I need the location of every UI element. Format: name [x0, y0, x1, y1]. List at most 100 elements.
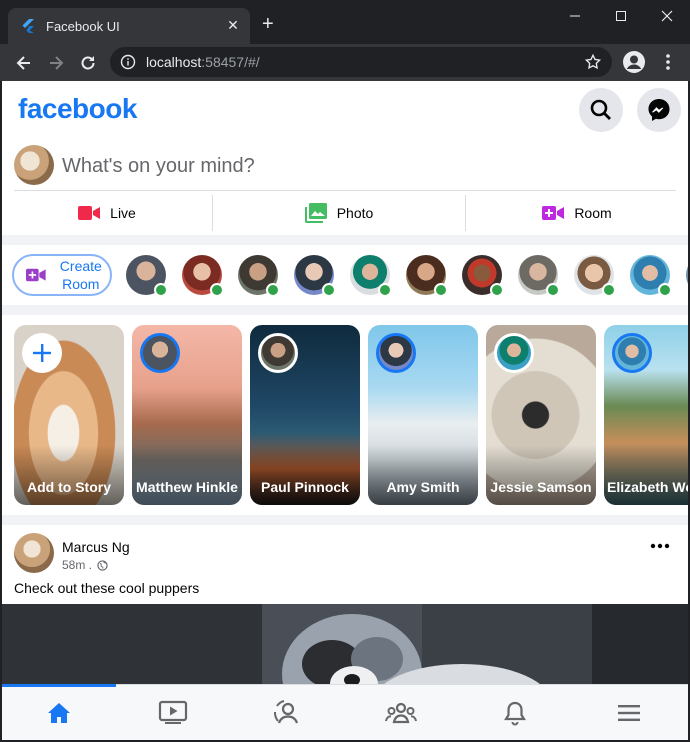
more-options-icon[interactable] [650, 543, 670, 549]
room-avatar[interactable] [630, 255, 672, 297]
post-author[interactable]: Marcus Ng [62, 539, 130, 555]
photo-label: Photo [336, 205, 374, 221]
online-indicator [546, 283, 560, 297]
search-button[interactable] [579, 88, 623, 132]
messenger-button[interactable] [637, 88, 681, 132]
room-avatar[interactable] [462, 255, 504, 297]
room-button[interactable]: Room [466, 195, 688, 231]
browser-menu-icon[interactable] [658, 52, 678, 72]
create-room-button[interactable]: Create Room [12, 254, 112, 296]
bookmark-star-icon[interactable] [584, 53, 602, 71]
plus-icon [33, 344, 51, 362]
close-window-icon[interactable] [644, 0, 690, 32]
story-card[interactable]: Elizabeth Wong [604, 325, 688, 505]
maximize-icon[interactable] [598, 0, 644, 32]
post-caption: Check out these cool puppers [14, 580, 200, 596]
online-indicator [154, 283, 168, 297]
fb-header: facebook [2, 81, 688, 139]
tab-title: Facebook UI [46, 18, 120, 34]
nav-menu[interactable] [572, 695, 686, 731]
url-path: :58457/#/ [201, 54, 260, 70]
search-icon [590, 99, 611, 120]
room-avatar[interactable] [182, 255, 224, 297]
online-indicator [434, 283, 448, 297]
story-avatar [258, 333, 298, 373]
room-avatar[interactable] [574, 255, 616, 297]
story-card[interactable]: Jessie Samson [486, 325, 596, 505]
room-avatar[interactable] [126, 255, 168, 297]
forward-arrow-icon[interactable] [45, 52, 67, 74]
post-author-avatar[interactable] [14, 533, 54, 573]
nav-watch[interactable] [116, 695, 230, 731]
flutter-icon [22, 19, 34, 33]
stories-row: Add to Story Matthew Hinkle Paul Pinnock… [2, 315, 688, 515]
online-indicator [658, 283, 672, 297]
nav-profile[interactable] [230, 695, 344, 731]
story-card[interactable]: Matthew Hinkle [132, 325, 242, 505]
minimize-icon[interactable] [552, 0, 598, 32]
reload-icon[interactable] [77, 52, 99, 74]
nav-groups[interactable] [344, 695, 458, 731]
facebook-logo[interactable]: facebook [18, 93, 137, 125]
browser-tab[interactable]: Facebook UI ✕ [8, 8, 250, 44]
story-avatar [376, 333, 416, 373]
video-call-icon [26, 268, 46, 282]
photo-library-icon [304, 203, 327, 223]
profile-icon[interactable] [622, 50, 646, 74]
story-name: Paul Pinnock [261, 479, 349, 495]
close-tab-icon[interactable]: ✕ [224, 17, 242, 34]
video-icon [158, 700, 188, 724]
online-indicator [602, 283, 616, 297]
profile-icon [274, 700, 299, 724]
bottom-nav [2, 684, 688, 740]
room-avatar[interactable] [406, 255, 448, 297]
story-name: Matthew Hinkle [136, 479, 238, 495]
post-time: 58m . [62, 558, 93, 572]
back-arrow-icon[interactable] [13, 52, 35, 74]
page-viewport: facebook What's on your mind? Live Photo… [2, 81, 688, 740]
window-controls [552, 0, 690, 32]
browser-toolbar: localhost:58457/#/ [0, 44, 690, 81]
story-name: Elizabeth Wong [607, 479, 688, 495]
address-bar[interactable]: localhost:58457/#/ [110, 47, 612, 77]
new-tab-button[interactable]: + [262, 14, 274, 34]
post-meta: 58m . [62, 558, 108, 572]
room-avatar[interactable] [350, 255, 392, 297]
add-story-button[interactable] [22, 333, 62, 373]
current-user-avatar[interactable] [14, 145, 54, 185]
home-icon [48, 703, 70, 723]
story-card[interactable]: Amy Smith [368, 325, 478, 505]
add-story-card[interactable]: Add to Story [14, 325, 124, 505]
room-avatar[interactable] [294, 255, 336, 297]
divider [14, 190, 676, 191]
photo-button[interactable]: Photo [213, 195, 465, 231]
story-avatar [612, 333, 652, 373]
nav-home[interactable] [2, 695, 116, 731]
browser-titlebar: Facebook UI ✕ + [0, 0, 690, 44]
messenger-icon [648, 99, 670, 121]
create-room-label: Create Room [59, 258, 102, 292]
story-card[interactable]: Paul Pinnock [250, 325, 360, 505]
story-avatar [494, 333, 534, 373]
post-composer: What's on your mind? Live Photo Room [2, 139, 688, 235]
video-camera-icon [78, 206, 101, 220]
active-tab-indicator [2, 684, 116, 687]
room-avatar[interactable] [238, 255, 280, 297]
online-indicator [490, 283, 504, 297]
story-name: Add to Story [27, 479, 111, 495]
composer-input[interactable]: What's on your mind? [62, 155, 255, 178]
video-call-icon [542, 206, 565, 220]
live-button[interactable]: Live [2, 195, 212, 231]
globe-icon [97, 559, 108, 571]
groups-icon [385, 702, 417, 724]
menu-icon [618, 705, 640, 721]
info-icon[interactable] [120, 54, 136, 70]
room-avatar[interactable] [686, 255, 688, 295]
room-avatar[interactable] [518, 255, 560, 297]
online-indicator [210, 283, 224, 297]
url-host: localhost [146, 54, 202, 70]
story-avatar [140, 333, 180, 373]
room-label: Room [574, 205, 612, 221]
nav-notifications[interactable] [458, 695, 572, 731]
online-indicator [378, 283, 392, 297]
